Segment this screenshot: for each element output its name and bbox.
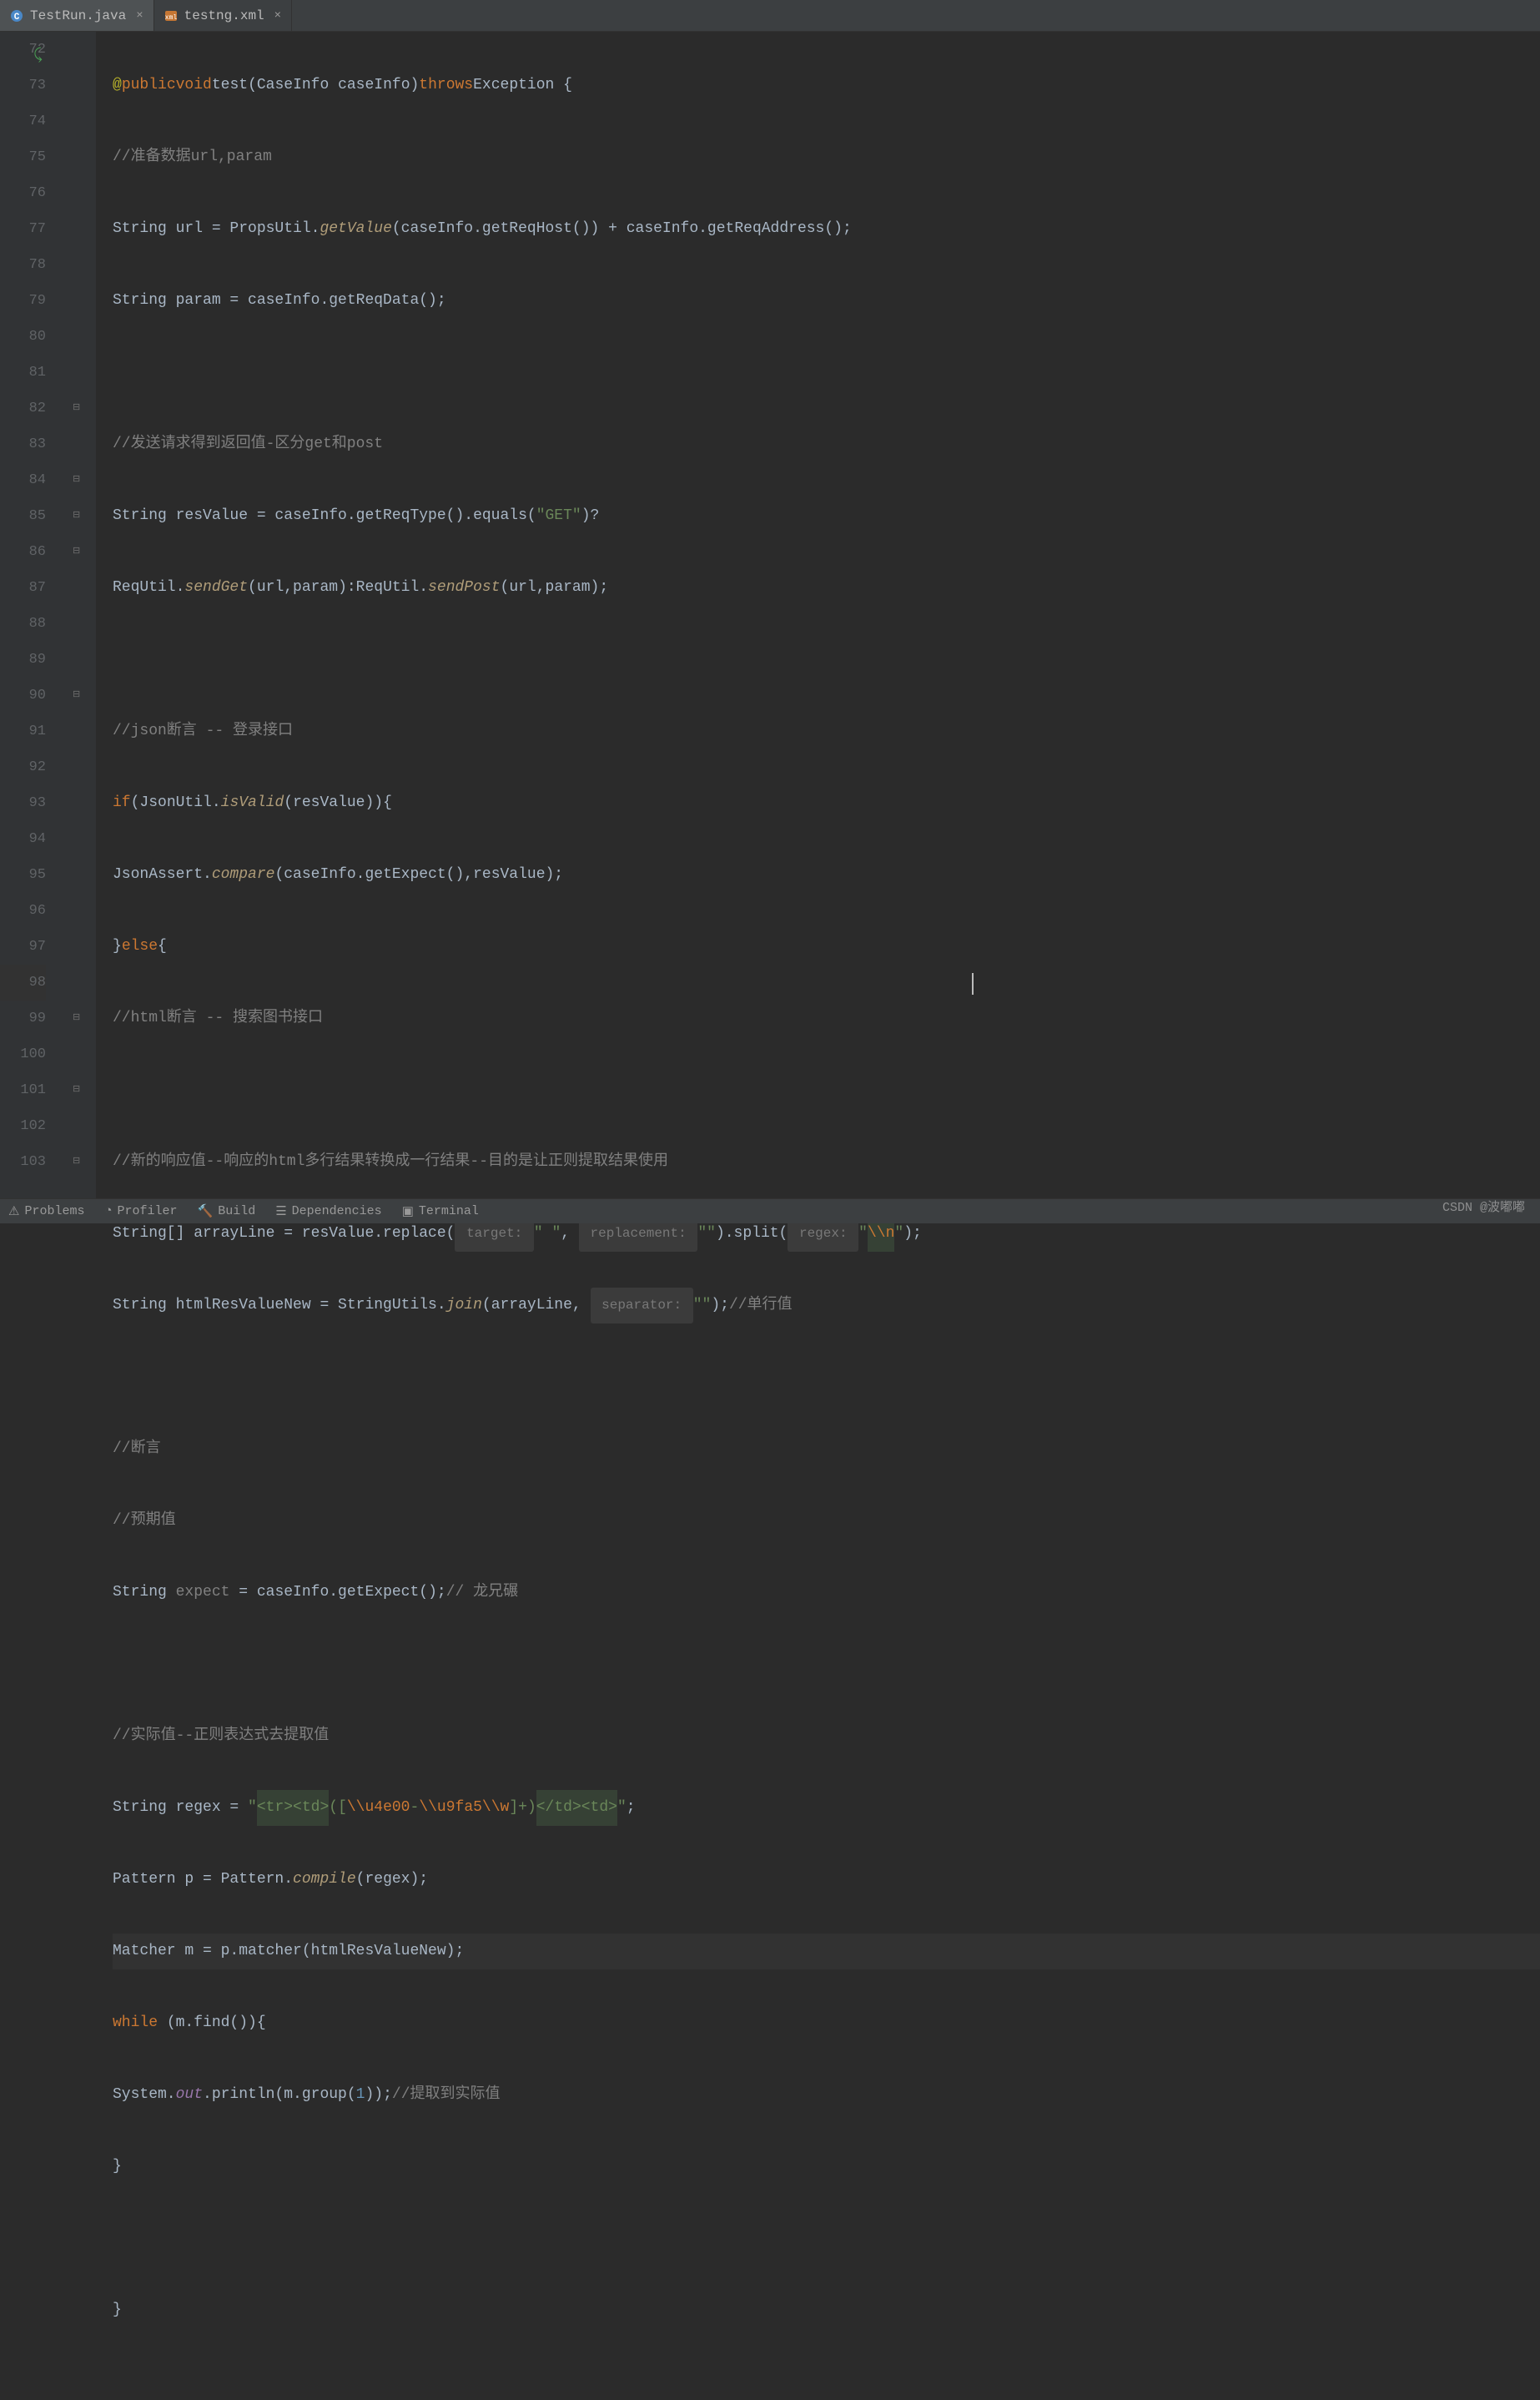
code-line: }	[113, 2292, 1540, 2328]
fold-gutter: ⊟ ⊟ ⊟ ⊟ ⊟ ⊟ ⊟ ⊟	[63, 32, 96, 1198]
code-line: JsonAssert.compare(caseInfo.getExpect(),…	[113, 857, 1540, 893]
code-area[interactable]: @ public void test(CaseInfo caseInfo) th…	[96, 32, 1540, 1198]
xml-icon: xml	[164, 9, 178, 23]
problems-button[interactable]: ⚠Problems	[8, 1203, 84, 1219]
dependencies-button[interactable]: ☰Dependencies	[275, 1203, 381, 1219]
code-line: System.out.println(m.group(1));//提取到实际值	[113, 2077, 1540, 2113]
code-line: String expect = caseInfo.getExpect();// …	[113, 1575, 1540, 1611]
close-icon[interactable]: ×	[136, 9, 143, 23]
code-line: //新的响应值--响应的html多行结果转换成一行结果--目的是让正则提取结果使…	[113, 1144, 1540, 1180]
profiler-icon: ◔	[104, 1204, 112, 1218]
warning-icon: ⚠	[8, 1203, 19, 1219]
code-line: String resValue = caseInfo.getReqType().…	[113, 498, 1540, 534]
tool-window-bar: ⚠Problems ◔Profiler 🔨Build ☰Dependencies…	[0, 1198, 1540, 1223]
code-line: String url = PropsUtil.getValue(caseInfo…	[113, 211, 1540, 247]
code-line: String param = caseInfo.getReqData();	[113, 283, 1540, 319]
param-hint: separator:	[591, 1288, 693, 1324]
code-line	[113, 355, 1540, 391]
vcs-marker-icon: ⤹	[33, 38, 43, 74]
java-class-icon: C	[10, 9, 23, 23]
code-line	[113, 1646, 1540, 1682]
code-line: //html断言 -- 搜索图书接口	[113, 1001, 1540, 1036]
fold-icon[interactable]: ⊟	[73, 473, 84, 485]
editor-tabs: C TestRun.java × xml testng.xml ×	[0, 0, 1540, 32]
code-line	[113, 2221, 1540, 2256]
code-line: while (m.find()){	[113, 2005, 1540, 2041]
stack-icon: ☰	[275, 1203, 286, 1219]
hammer-icon: 🔨	[198, 1203, 214, 1219]
svg-text:C: C	[14, 13, 20, 23]
fold-icon[interactable]: ⊟	[73, 688, 84, 700]
code-line: }	[113, 2149, 1540, 2185]
code-line: ReqUtil.sendGet(url,param):ReqUtil.sendP…	[113, 570, 1540, 606]
tab-testrun-java[interactable]: C TestRun.java ×	[0, 0, 154, 31]
tab-label: testng.xml	[184, 8, 264, 23]
terminal-icon: ▣	[402, 1203, 414, 1219]
tab-testng-xml[interactable]: xml testng.xml ×	[154, 0, 292, 31]
code-line: if(JsonUtil.isValid(resValue)){	[113, 785, 1540, 821]
code-line: String htmlResValueNew = StringUtils.joi…	[113, 1288, 1540, 1324]
code-line	[113, 642, 1540, 678]
build-button[interactable]: 🔨Build	[198, 1203, 256, 1219]
watermark-text: CSDN @波嘟嘟	[1442, 1197, 1525, 1215]
close-icon[interactable]: ×	[274, 9, 281, 23]
fold-icon[interactable]: ⊟	[73, 509, 84, 521]
code-line: //发送请求得到返回值-区分get和post	[113, 426, 1540, 462]
code-editor[interactable]: 7273747576777879808182838485868788899091…	[0, 32, 1540, 1198]
code-line: //准备数据url,param	[113, 139, 1540, 175]
code-line: String regex = "<tr><td>([\\u4e00-\\u9fa…	[113, 1790, 1540, 1826]
code-line: //预期值	[113, 1503, 1540, 1539]
code-line: //json断言 -- 登录接口	[113, 713, 1540, 749]
code-line: }else{	[113, 929, 1540, 965]
svg-text:xml: xml	[164, 14, 177, 22]
text-caret	[972, 973, 974, 995]
terminal-button[interactable]: ▣Terminal	[402, 1203, 479, 1219]
tab-label: TestRun.java	[30, 8, 126, 23]
fold-icon[interactable]: ⊟	[73, 1011, 84, 1023]
profiler-button[interactable]: ◔Profiler	[104, 1204, 177, 1218]
code-line: //断言	[113, 1431, 1540, 1467]
fold-icon[interactable]: ⊟	[73, 1155, 84, 1167]
fold-icon[interactable]: ⊟	[73, 1083, 84, 1095]
fold-icon[interactable]: ⊟	[73, 545, 84, 557]
code-line: //实际值--正则表达式去提取值	[113, 1718, 1540, 1754]
code-line	[113, 1072, 1540, 1108]
code-line: Pattern p = Pattern.compile(regex);	[113, 1862, 1540, 1898]
code-line	[113, 1359, 1540, 1395]
line-number-gutter: 7273747576777879808182838485868788899091…	[0, 32, 63, 1198]
fold-icon[interactable]: ⊟	[73, 401, 84, 413]
code-line: @ public void test(CaseInfo caseInfo) th…	[113, 68, 1540, 103]
code-line-current: Matcher m = p.matcher(htmlResValueNew);	[113, 1934, 1540, 1969]
